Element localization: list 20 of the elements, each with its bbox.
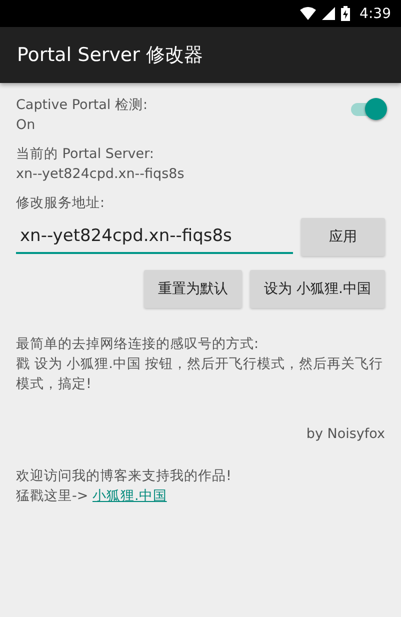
current-server-label: 当前的 Portal Server: — [16, 145, 155, 164]
battery-icon — [340, 6, 350, 21]
wifi-icon — [300, 7, 316, 20]
status-time: 4:39 — [360, 6, 391, 22]
modify-address-label: 修改服务地址: — [16, 194, 106, 213]
current-server-value: xn--yet824cpd.xn--fiqs8s — [16, 165, 186, 184]
captive-portal-state: On — [16, 116, 36, 135]
action-button[interactable]: 设为 小狐狸.中国 — [250, 270, 385, 308]
captive-portal-label: Captive Portal 检测: — [16, 96, 148, 115]
server-address-field[interactable]: xn--yet824cpd.xn--fiqs8s — [16, 220, 293, 254]
action-button[interactable]: 重置为默认 — [144, 270, 242, 308]
signal-icon — [322, 7, 335, 20]
blog-link[interactable]: 小狐狸.中国 — [92, 488, 167, 504]
apply-button[interactable]: 应用 — [301, 218, 385, 256]
blog-link-line: 猛戳这里-> 小狐狸.中国 — [16, 487, 168, 506]
tip-text: 戳 设为 小狐狸.中国 按钮，然后开飞行模式，然后再关飞行模式，搞定! — [16, 355, 384, 394]
app-title: Portal Server 修改器 — [17, 43, 203, 68]
tip-heading: 最简单的去掉网络连接的感叹号的方式: — [16, 335, 260, 354]
blog-text: 欢迎访问我的博客来支持我的作品! — [16, 467, 232, 486]
author-credit: by Noisyfox — [306, 425, 385, 444]
